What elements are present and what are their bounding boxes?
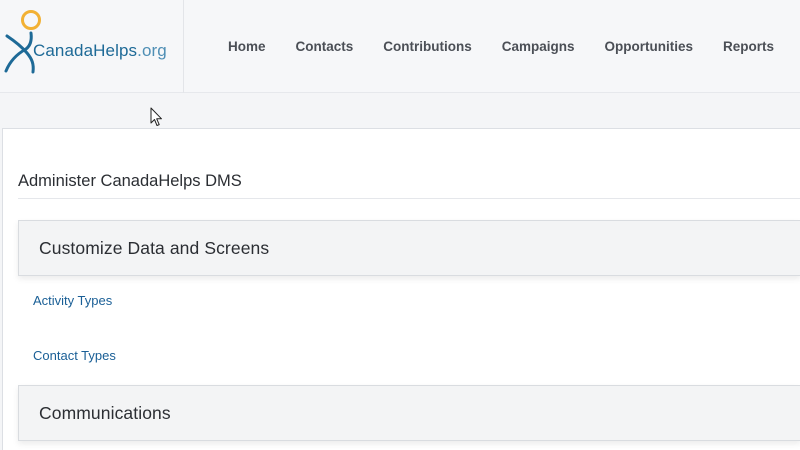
section-header-communications[interactable]: Communications [18,385,800,441]
logo-container[interactable]: CanadaHelps.org [0,0,184,93]
nav-item-contributions[interactable]: Contributions [383,39,471,54]
nav-item-home[interactable]: Home [228,39,266,54]
nav-item-contacts[interactable]: Contacts [296,39,354,54]
section-header-customize-data[interactable]: Customize Data and Screens [18,220,800,276]
nav-item-opportunities[interactable]: Opportunities [605,39,694,54]
admin-content-card: Administer CanadaHelps DMS Customize Dat… [2,128,800,450]
section-title: Customize Data and Screens [39,238,270,258]
main-nav: Home Contacts Contributions Campaigns Op… [214,0,800,93]
title-divider [18,198,800,199]
nav-item-reports[interactable]: Reports [723,39,774,54]
logo-text-suffix: .org [137,41,167,60]
logo-wordmark: CanadaHelps.org [33,41,167,61]
page-title: Administer CanadaHelps DMS [18,172,242,190]
logo-text-main: CanadaHelps [33,41,138,60]
link-contact-types[interactable]: Contact Types [33,348,116,363]
mouse-pointer-icon [150,107,162,126]
section-title: Communications [39,403,171,423]
nav-item-campaigns[interactable]: Campaigns [502,39,575,54]
link-activity-types[interactable]: Activity Types [33,293,112,308]
top-navigation-bar: CanadaHelps.org Home Contacts Contributi… [0,0,800,93]
